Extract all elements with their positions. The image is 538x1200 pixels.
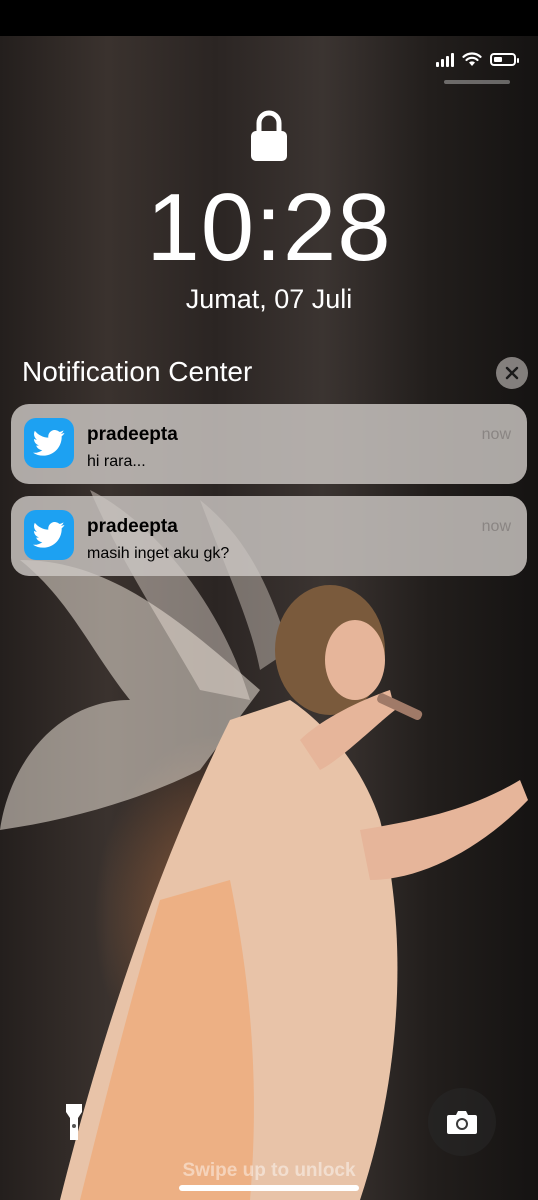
notification-card[interactable]: pradeepta hi rara... now	[11, 404, 527, 484]
notification-sender: pradeepta	[87, 516, 178, 537]
camera-button[interactable]	[428, 1088, 496, 1156]
twitter-icon	[24, 418, 74, 468]
status-bar	[436, 52, 519, 67]
battery-icon	[490, 53, 519, 66]
flashlight-icon	[66, 1104, 82, 1140]
signal-icon	[436, 52, 454, 67]
lock-icon	[251, 110, 287, 161]
notification-sender: pradeepta	[87, 424, 178, 445]
clear-notifications-button[interactable]	[496, 357, 528, 389]
notification-card[interactable]: pradeepta masih inget aku gk? now	[11, 496, 527, 576]
top-black-bar	[0, 0, 538, 36]
notification-time: now	[481, 518, 511, 535]
camera-icon	[447, 1111, 477, 1134]
notification-message: hi rara...	[87, 453, 146, 470]
notification-message: masih inget aku gk?	[87, 545, 230, 562]
flashlight-button[interactable]	[40, 1088, 108, 1156]
lockscreen-time: 10:28	[146, 174, 392, 281]
twitter-icon	[24, 510, 74, 560]
notification-center-title: Notification Center	[22, 356, 253, 387]
lockscreen-date: Jumat, 07 Juli	[185, 284, 353, 314]
status-indicator-line	[444, 80, 510, 84]
close-icon	[505, 366, 519, 380]
swipe-to-unlock-hint: Swipe up to unlock	[182, 1160, 356, 1181]
notification-time: now	[481, 426, 511, 443]
wifi-icon	[462, 52, 482, 66]
home-indicator[interactable]	[179, 1185, 359, 1191]
